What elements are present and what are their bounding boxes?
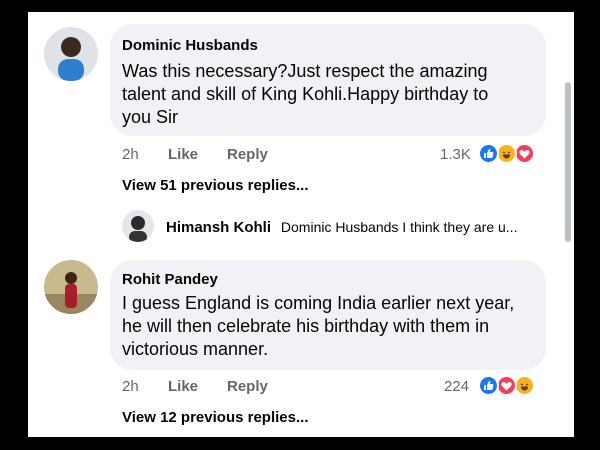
reply-preview[interactable]: Himansh Kohli Dominic Husbands I think t… [166,219,517,236]
view-previous-replies[interactable]: View 51 previous replies... [122,177,308,194]
comment-author[interactable]: Dominic Husbands [122,37,258,54]
avatar[interactable] [44,27,98,81]
comment-bubble: Rohit Pandey I guess England is coming I… [110,260,546,370]
like-icon [478,143,499,164]
like-button[interactable]: Like [168,378,198,395]
reply-button[interactable]: Reply [227,378,268,395]
comment-text-line: he will then celebrate his birthday with… [122,316,490,336]
comment-text-line: you Sir [122,107,179,127]
reply-text: Dominic Husbands I think they are u... [280,219,518,235]
comments-panel: Dominic Husbands Was this necessary?Just… [28,12,574,437]
comment-text-line: I guess England is coming India earlier … [122,293,515,313]
love-icon [514,143,535,164]
comment-text-line: talent and skill of King Kohli.Happy bir… [122,84,489,104]
reaction-count: 1.3K [440,146,471,163]
comment-actions: 2h Like Reply [122,146,322,166]
reaction-summary[interactable]: 1.3K [438,143,548,167]
reaction-summary[interactable]: 224 [442,375,552,399]
reply-button[interactable]: Reply [227,146,268,163]
comment-bubble: Dominic Husbands Was this necessary?Just… [110,24,546,136]
reaction-count: 224 [444,378,470,395]
haha-icon [514,375,535,396]
reply-author[interactable]: Himansh Kohli [166,219,271,236]
comment-time[interactable]: 2h [122,378,139,395]
haha-icon [496,143,517,164]
comment-text-line: Was this necessary?Just respect the amaz… [122,61,488,81]
comment-time[interactable]: 2h [122,146,139,163]
avatar[interactable] [44,260,98,314]
view-previous-replies[interactable]: View 12 previous replies... [122,409,308,426]
love-icon [496,375,517,396]
reply-avatar[interactable] [122,210,154,242]
like-icon [478,375,499,396]
comment-text-line: victorious manner. [122,339,269,359]
scrollbar[interactable] [565,82,571,242]
comment-actions: 2h Like Reply [122,378,322,398]
comment-author[interactable]: Rohit Pandey [122,271,218,288]
like-button[interactable]: Like [168,146,198,163]
